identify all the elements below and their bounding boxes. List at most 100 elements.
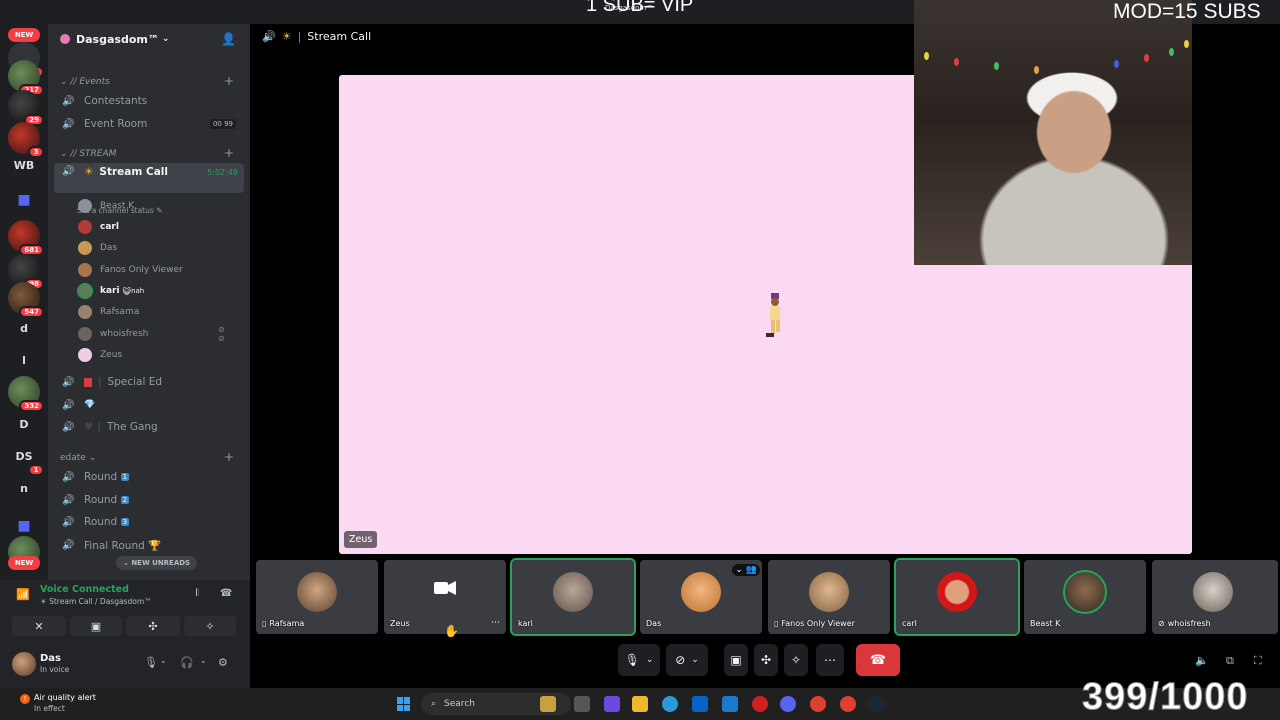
server-icon-9[interactable]: 547	[8, 282, 44, 318]
search-highlight-icon[interactable]	[540, 696, 556, 712]
soundboard-icon: ✧	[205, 619, 215, 633]
outlook-icon[interactable]	[722, 696, 738, 712]
channel-gem[interactable]: 🔊 💎	[54, 395, 244, 415]
participant-label: Zeus	[390, 619, 410, 628]
weather-alert-title[interactable]: Air quality alert	[34, 693, 96, 702]
app-icon[interactable]	[604, 696, 620, 712]
task-view-icon[interactable]	[574, 696, 590, 712]
pop-out-icon[interactable]: ⧉	[1226, 654, 1234, 668]
participant-tile[interactable]: carl	[894, 558, 1020, 636]
server-icon-3[interactable]: 29	[8, 90, 44, 126]
microphone-icon[interactable]: 🎙	[144, 656, 158, 669]
participant-tile[interactable]: ▯ Fanos Only Viewer	[768, 560, 890, 634]
server-icon-D[interactable]: D	[8, 408, 40, 440]
chevron-down-icon[interactable]: ⌄	[200, 656, 207, 665]
app-icon[interactable]	[752, 696, 768, 712]
voice-connected-title[interactable]: Voice Connected	[40, 584, 129, 595]
server-icon-wb[interactable]: WB	[8, 149, 40, 181]
plus-icon[interactable]: +	[224, 146, 234, 160]
voice-connected-panel: 📶 Voice Connected ☀ Stream Call / Dasgas…	[0, 580, 250, 640]
channel-stream-call[interactable]: 🔊 ☀ Stream Call 5:02:49	[54, 163, 244, 193]
voice-connected-subtitle[interactable]: ☀ Stream Call / Dasgasdom™	[40, 597, 152, 606]
folder-icon[interactable]: ■	[8, 184, 40, 216]
voice-member[interactable]: whoisfresh ⊘ ⊘	[78, 325, 225, 343]
call-view: 🔊 ☀ | Stream Call Zeus ▯ Rafsama Zeus ⋯ …	[250, 0, 1280, 688]
share-screen-button[interactable]: ▣	[70, 616, 122, 636]
participant-tile[interactable]: ▯ Rafsama	[256, 560, 378, 634]
more-button[interactable]: ⋯	[816, 644, 844, 676]
expand-tiles-icon[interactable]: ⌄ 👥	[732, 564, 760, 576]
chrome-icon[interactable]	[840, 696, 856, 712]
mute-button[interactable]: 🎙 ⌄	[618, 644, 660, 676]
channel-event-room[interactable]: 🔊 Event Room 00 99	[54, 114, 244, 134]
server-icon-n[interactable]: n	[8, 472, 40, 504]
plus-icon[interactable]: +	[224, 74, 234, 88]
avatar	[78, 348, 92, 362]
headphones-icon[interactable]: 🎧	[180, 656, 194, 669]
user-name[interactable]: Das	[40, 653, 61, 664]
participant-label: ▯ Rafsama	[262, 619, 304, 628]
category-stream[interactable]: ⌄ // STREAM +	[60, 146, 234, 160]
server-header[interactable]: Dasgasdom™ ⌄ 👤	[48, 24, 250, 54]
server-icon-ds[interactable]: DS 1	[8, 440, 44, 476]
channel-round-3[interactable]: 🔊 Round 3	[54, 512, 244, 532]
add-user-icon[interactable]: 👤	[221, 32, 236, 46]
server-icon-12[interactable]: 332	[8, 376, 44, 412]
windows-start-icon[interactable]	[397, 697, 411, 711]
voice-member[interactable]: carl	[78, 218, 119, 236]
disconnect-icon[interactable]: ☎	[220, 588, 232, 599]
server-icon-2[interactable]: 217	[8, 60, 44, 96]
participant-tile[interactable]: Beast K	[1024, 560, 1146, 634]
category-edate[interactable]: edate ⌄ +	[60, 450, 234, 464]
screen-share-button[interactable]: ▣	[724, 644, 748, 676]
file-explorer-icon[interactable]	[632, 696, 648, 712]
soundboard-wave-icon[interactable]: 𝄃	[196, 588, 198, 599]
channel-round-1[interactable]: 🔊 Round 1	[54, 467, 244, 487]
chrome-icon[interactable]	[810, 696, 826, 712]
voice-member[interactable]: Beast K	[78, 197, 134, 215]
avatar[interactable]	[12, 652, 36, 676]
soundboard-button[interactable]: ✧	[784, 644, 808, 676]
participant-tile[interactable]: Das ⌄ 👥	[640, 560, 762, 634]
weather-alert-icon[interactable]: !	[20, 694, 30, 704]
fullscreen-icon[interactable]: ⛶	[1254, 654, 1262, 668]
new-unreads-pill[interactable]: ⌄ NEW UNREADS	[116, 556, 198, 570]
signal-icon[interactable]: 📶	[16, 588, 30, 601]
camera-button[interactable]: ⊘ ⌄	[666, 644, 708, 676]
participant-tile[interactable]: Zeus ⋯	[384, 560, 506, 634]
server-icon-d[interactable]: d	[8, 312, 40, 344]
gear-icon[interactable]: ⚙	[218, 656, 228, 669]
channel-round-2[interactable]: 🔊 Round 2	[54, 490, 244, 510]
voice-member[interactable]: Zeus	[78, 346, 122, 364]
more-options-icon[interactable]: ⋯	[491, 618, 500, 628]
channel-contestants[interactable]: 🔊 Contestants	[54, 91, 244, 111]
more-options-icon: ⋯	[824, 653, 836, 667]
voice-member[interactable]: Fanos Only Viewer	[78, 261, 183, 279]
activities-button[interactable]: ✣	[126, 616, 180, 636]
plus-icon[interactable]: +	[224, 450, 234, 464]
participant-tile[interactable]: ⊘ whoisfresh	[1152, 560, 1278, 634]
participant-name: Beast K	[1030, 619, 1061, 628]
discord-icon[interactable]	[780, 696, 796, 712]
server-icon-l[interactable]: l	[8, 344, 40, 376]
participant-tile[interactable]: kari	[510, 558, 636, 636]
voice-member[interactable]: Rafsama	[78, 303, 139, 321]
steam-icon[interactable]	[868, 696, 884, 712]
server-icon-7[interactable]: 681	[8, 220, 44, 256]
channel-special-ed[interactable]: 🔊 | Special Ed	[54, 372, 244, 392]
voice-member[interactable]: kari 😺 nah	[77, 282, 144, 300]
leave-call-button[interactable]: ☎	[856, 644, 900, 676]
round-number-badge: 2	[120, 496, 130, 504]
category-events[interactable]: ⌄ // Events +	[60, 74, 234, 88]
chevron-down-icon[interactable]: ⌄	[160, 656, 167, 665]
voice-member[interactable]: Das	[78, 239, 117, 257]
channel-final-round[interactable]: 🔊 Final Round 🏆	[54, 535, 244, 555]
camera-off-button[interactable]: ✕	[12, 616, 66, 636]
volume-icon[interactable]: 🔈	[1195, 654, 1209, 667]
activities-button[interactable]: ✣	[754, 644, 778, 676]
edge-icon[interactable]	[662, 696, 678, 712]
participant-name: Fanos Only Viewer	[781, 619, 855, 628]
store-icon[interactable]	[692, 696, 708, 712]
soundboard-button[interactable]: ✧	[184, 616, 236, 636]
channel-the-gang[interactable]: 🔊 ♥ | The Gang	[54, 417, 244, 437]
